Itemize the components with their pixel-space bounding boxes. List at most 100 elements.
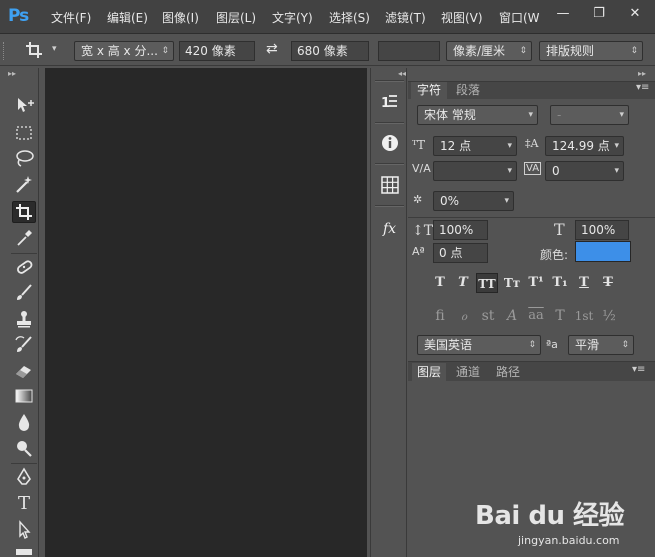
color-label: 颜色: xyxy=(540,248,569,262)
titling-alternates-button[interactable]: T xyxy=(549,306,571,326)
swatches-grid-icon[interactable] xyxy=(377,175,402,199)
panel-menu-icon[interactable]: ▾≡ xyxy=(632,364,645,375)
crop-icon[interactable] xyxy=(24,40,46,60)
magic-wand-tool-icon[interactable] xyxy=(12,174,36,196)
text-color-swatch[interactable] xyxy=(575,241,631,262)
menu-file[interactable]: 文件(F) xyxy=(51,9,91,26)
tab-paths[interactable]: 路径 xyxy=(491,363,525,381)
styles-fx-icon[interactable]: fx xyxy=(377,217,402,241)
underline-button[interactable]: T xyxy=(573,273,595,293)
pen-tool-icon[interactable] xyxy=(12,467,36,489)
menu-select[interactable]: 选择(S) xyxy=(329,9,370,26)
menu-type[interactable]: 文字(Y) xyxy=(272,9,313,26)
menu-filter[interactable]: 滤镜(T) xyxy=(385,9,426,26)
history-brush-tool-icon[interactable] xyxy=(12,335,36,357)
brush-tool-icon[interactable] xyxy=(12,283,36,305)
vertical-scale-field[interactable]: 100% xyxy=(433,220,488,240)
baseline-shift-field[interactable]: 0 点 xyxy=(433,243,488,263)
old-style-button[interactable]: ℴ xyxy=(453,306,475,326)
watermark-brand: Bai du 经验 xyxy=(475,501,625,531)
healing-brush-tool-icon[interactable] xyxy=(12,257,36,279)
menu-layer[interactable]: 图层(L) xyxy=(216,9,256,26)
gradient-tool-icon[interactable] xyxy=(12,386,36,408)
subscript-button[interactable]: T₁ xyxy=(549,273,571,293)
antialias-dropdown[interactable]: 平滑 ⇕ xyxy=(568,335,634,355)
ratio-preset-value: 宽 x 高 x 分... xyxy=(81,44,158,58)
blur-tool-icon[interactable] xyxy=(12,412,36,434)
chevron-down-icon: ▾ xyxy=(528,110,533,120)
toolbox: ▸▸ T xyxy=(8,68,39,557)
tool-preset-caret-icon[interactable]: ▾ xyxy=(52,44,57,54)
crop-tool-icon[interactable] xyxy=(12,201,36,223)
document-canvas[interactable] xyxy=(45,68,367,557)
history-panel-icon[interactable]: 1 xyxy=(377,92,402,116)
leading-field[interactable]: 124.99 点 ▾ xyxy=(545,136,624,156)
close-icon[interactable]: ✕ xyxy=(626,5,644,23)
tab-paragraph[interactable]: 段落 xyxy=(450,82,487,99)
font-style-dropdown[interactable]: - ▾ xyxy=(550,105,629,125)
stylistic-alternates-button[interactable]: aa xyxy=(525,306,547,326)
toolbox-expand-icon[interactable]: ▸▸ xyxy=(8,69,16,78)
menu-image[interactable]: 图像(I) xyxy=(162,9,199,26)
svg-text:1: 1 xyxy=(381,96,390,111)
eyedropper-tool-icon[interactable] xyxy=(12,228,36,250)
info-icon[interactable] xyxy=(377,133,402,157)
proportional-scale-field[interactable]: 0% ▾ xyxy=(433,191,514,211)
chevron-down-icon: ▾ xyxy=(507,166,512,176)
kerning-icon: V/A xyxy=(412,162,431,175)
font-family-dropdown[interactable]: 宋体 常规 ▾ xyxy=(417,105,538,125)
strikethrough-button[interactable]: T xyxy=(597,273,619,293)
type-tool-icon[interactable]: T xyxy=(12,493,36,515)
small-caps-button[interactable]: Tт xyxy=(501,273,523,293)
options-bar-grip[interactable] xyxy=(3,42,5,60)
dock-divider xyxy=(375,205,404,207)
menu-edit[interactable]: 编辑(E) xyxy=(107,9,148,26)
superscript-button[interactable]: T¹ xyxy=(525,273,547,293)
chevron-updown-icon: ⇕ xyxy=(528,340,536,350)
dock-collapse-icon[interactable]: ◂◂ xyxy=(398,69,406,78)
tab-layers[interactable]: 图层 xyxy=(412,363,447,381)
discretionary-ligatures-button[interactable]: st xyxy=(477,306,499,326)
tracking-value: 0 xyxy=(552,164,560,178)
fractions-button[interactable]: ½ xyxy=(598,306,620,326)
minimize-icon[interactable]: — xyxy=(554,5,572,23)
swap-icon[interactable]: ⇄ xyxy=(266,41,278,57)
ordinals-button[interactable]: 1st xyxy=(573,306,595,326)
kerning-field[interactable]: ▾ xyxy=(433,161,517,181)
path-selection-tool-icon[interactable] xyxy=(12,519,36,541)
language-dropdown[interactable]: 美国英语 ⇕ xyxy=(417,335,541,355)
menu-view[interactable]: 视图(V) xyxy=(441,9,483,26)
swash-button[interactable]: A xyxy=(501,306,523,326)
restore-icon[interactable]: ❐ xyxy=(590,5,608,23)
resolution-field[interactable] xyxy=(378,41,440,61)
dodge-tool-icon[interactable] xyxy=(12,438,36,460)
faux-bold-button[interactable]: T xyxy=(429,273,451,293)
shape-tool-icon[interactable] xyxy=(16,549,32,555)
marquee-tool-icon[interactable] xyxy=(12,123,36,145)
arrangement-dropdown[interactable]: 排版规则 ⇕ xyxy=(539,41,643,61)
height-field[interactable]: 680 像素 xyxy=(291,41,369,61)
clone-stamp-tool-icon[interactable] xyxy=(12,309,36,331)
tracking-field[interactable]: 0 ▾ xyxy=(545,161,624,181)
menu-window[interactable]: 窗口(W xyxy=(499,9,542,26)
antialias-icon: ªa xyxy=(546,338,558,351)
tab-channels[interactable]: 通道 xyxy=(451,363,485,381)
ligatures-button[interactable]: fi xyxy=(429,306,451,326)
resolution-unit-dropdown[interactable]: 像素/厘米 ⇕ xyxy=(446,41,532,61)
move-tool-icon[interactable] xyxy=(12,95,36,117)
language-value: 美国英语 xyxy=(424,338,473,352)
toolbox-divider xyxy=(11,253,37,254)
panel-expand-icon[interactable]: ▸▸ xyxy=(638,69,646,78)
eraser-tool-icon[interactable] xyxy=(12,360,36,382)
lasso-tool-icon[interactable] xyxy=(12,148,36,170)
tab-character[interactable]: 字符 xyxy=(411,82,448,99)
faux-italic-button[interactable]: T xyxy=(452,273,474,293)
font-size-field[interactable]: 12 点 ▾ xyxy=(433,136,517,156)
panel-menu-icon[interactable]: ▾≡ xyxy=(636,82,649,93)
font-size-value: 12 点 xyxy=(440,139,472,153)
resolution-unit-value: 像素/厘米 xyxy=(453,44,506,58)
ratio-preset-dropdown[interactable]: 宽 x 高 x 分... ⇕ xyxy=(74,41,174,61)
width-field[interactable]: 420 像素 xyxy=(179,41,255,61)
all-caps-button[interactable]: TT xyxy=(476,273,498,293)
horizontal-scale-field[interactable]: 100% xyxy=(575,220,629,240)
